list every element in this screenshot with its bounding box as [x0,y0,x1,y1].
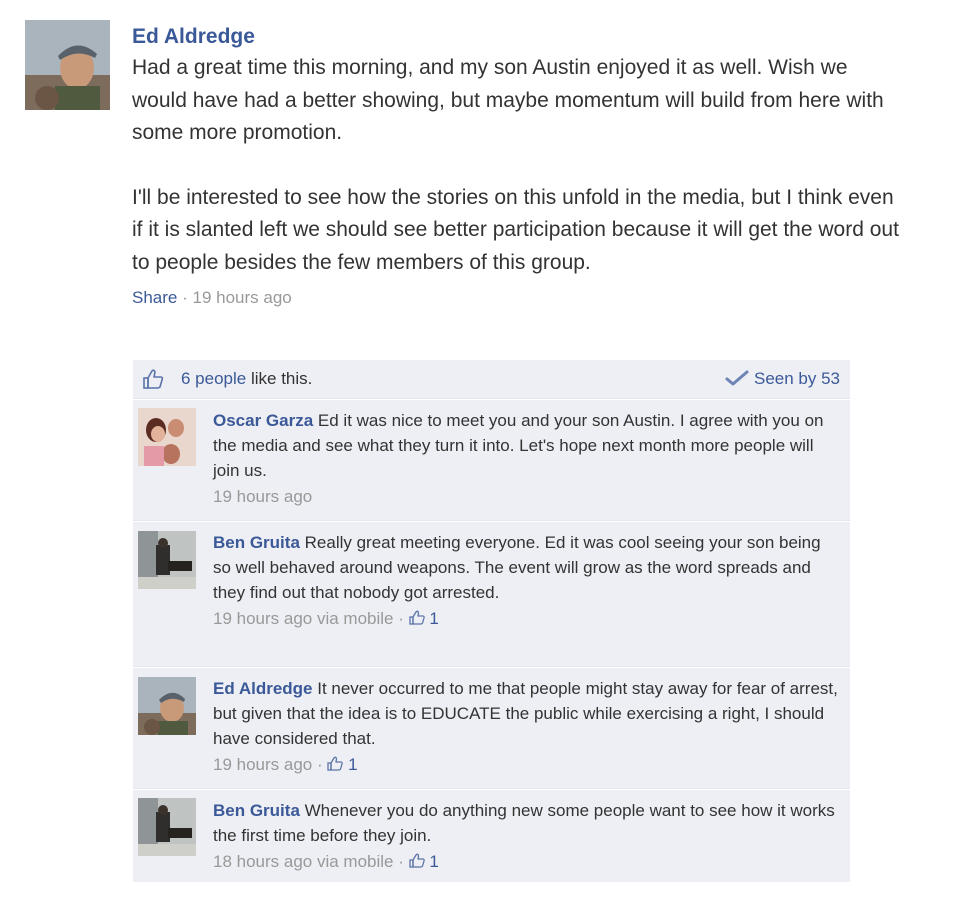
commenter-avatar[interactable] [138,677,196,735]
comment-meta: 19 hours ago [213,483,838,510]
post-author-link[interactable]: Ed Aldredge [132,22,255,52]
comment-body: Ben Gruita Whenever you do anything new … [213,790,850,883]
commenter-avatar[interactable] [138,798,196,856]
thumbs-up-icon[interactable] [327,756,344,771]
post-paragraph-2: I'll be interested to see how the storie… [132,185,899,274]
likers-link[interactable]: 6 people [181,369,246,388]
commenter-avatar[interactable] [138,531,196,589]
likes-row: 6 people like this. Seen by 53 [133,360,850,399]
comment-text: Really great meeting everyone. Ed it was… [213,533,821,602]
comment-meta: 18 hours ago via mobile · 1 [213,848,838,875]
feedback-panel: 6 people like this. Seen by 53 Oscar Gar… [133,360,850,882]
thumbs-up-icon[interactable] [408,853,425,868]
comment-author-link[interactable]: Ed Aldredge [213,679,313,698]
comment-item: Oscar Garza Ed it was nice to meet you a… [133,399,850,521]
comment-text: Whenever you do anything new some people… [213,801,835,845]
check-icon [725,370,749,386]
comment-timestamp[interactable]: 19 hours ago via mobile · [213,609,409,628]
thumbs-up-icon[interactable] [142,368,164,390]
comment-body: Oscar Garza Ed it was nice to meet you a… [213,400,850,518]
seen-by-link[interactable]: Seen by 53 [725,369,840,389]
share-link[interactable]: Share [132,288,177,307]
comment-meta: 19 hours ago · 1 [213,751,838,778]
post-paragraph-1: Had a great time this morning, and my so… [132,56,884,144]
meta-separator: · [177,288,193,307]
comment-timestamp[interactable]: 18 hours ago via mobile · [213,852,409,871]
author-avatar[interactable] [25,20,110,110]
comment-author-link[interactable]: Oscar Garza [213,411,313,430]
comment-timestamp[interactable]: 19 hours ago · [213,755,327,774]
comment-timestamp[interactable]: 19 hours ago [213,487,312,506]
story-body: Ed Aldredge Had a great time this mornin… [132,22,907,309]
comment-body: Ben Gruita Really great meeting everyone… [213,522,850,640]
comment-like-count[interactable]: 1 [429,852,438,871]
comment-like-count[interactable]: 1 [429,609,438,628]
post-timestamp[interactable]: 19 hours ago [192,288,291,307]
thumbs-up-icon[interactable] [408,610,425,625]
comment-item: Ben Gruita Really great meeting everyone… [133,521,850,667]
comment-like-count[interactable]: 1 [348,755,357,774]
likes-suffix: like this. [246,369,313,388]
comment-author-link[interactable]: Ben Gruita [213,801,300,820]
seen-by-label: Seen by 53 [753,369,840,388]
commenter-avatar[interactable] [138,408,196,466]
comment-item: Ed Aldredge It never occurred to me that… [133,667,850,789]
comment-item: Ben Gruita Whenever you do anything new … [133,789,850,882]
likes-summary: 6 people like this. [181,369,312,389]
comment-author-link[interactable]: Ben Gruita [213,533,300,552]
comment-meta: 19 hours ago via mobile · 1 [213,605,838,632]
comment-body: Ed Aldredge It never occurred to me that… [213,668,850,786]
post-meta: Share · 19 hours ago [132,287,907,309]
